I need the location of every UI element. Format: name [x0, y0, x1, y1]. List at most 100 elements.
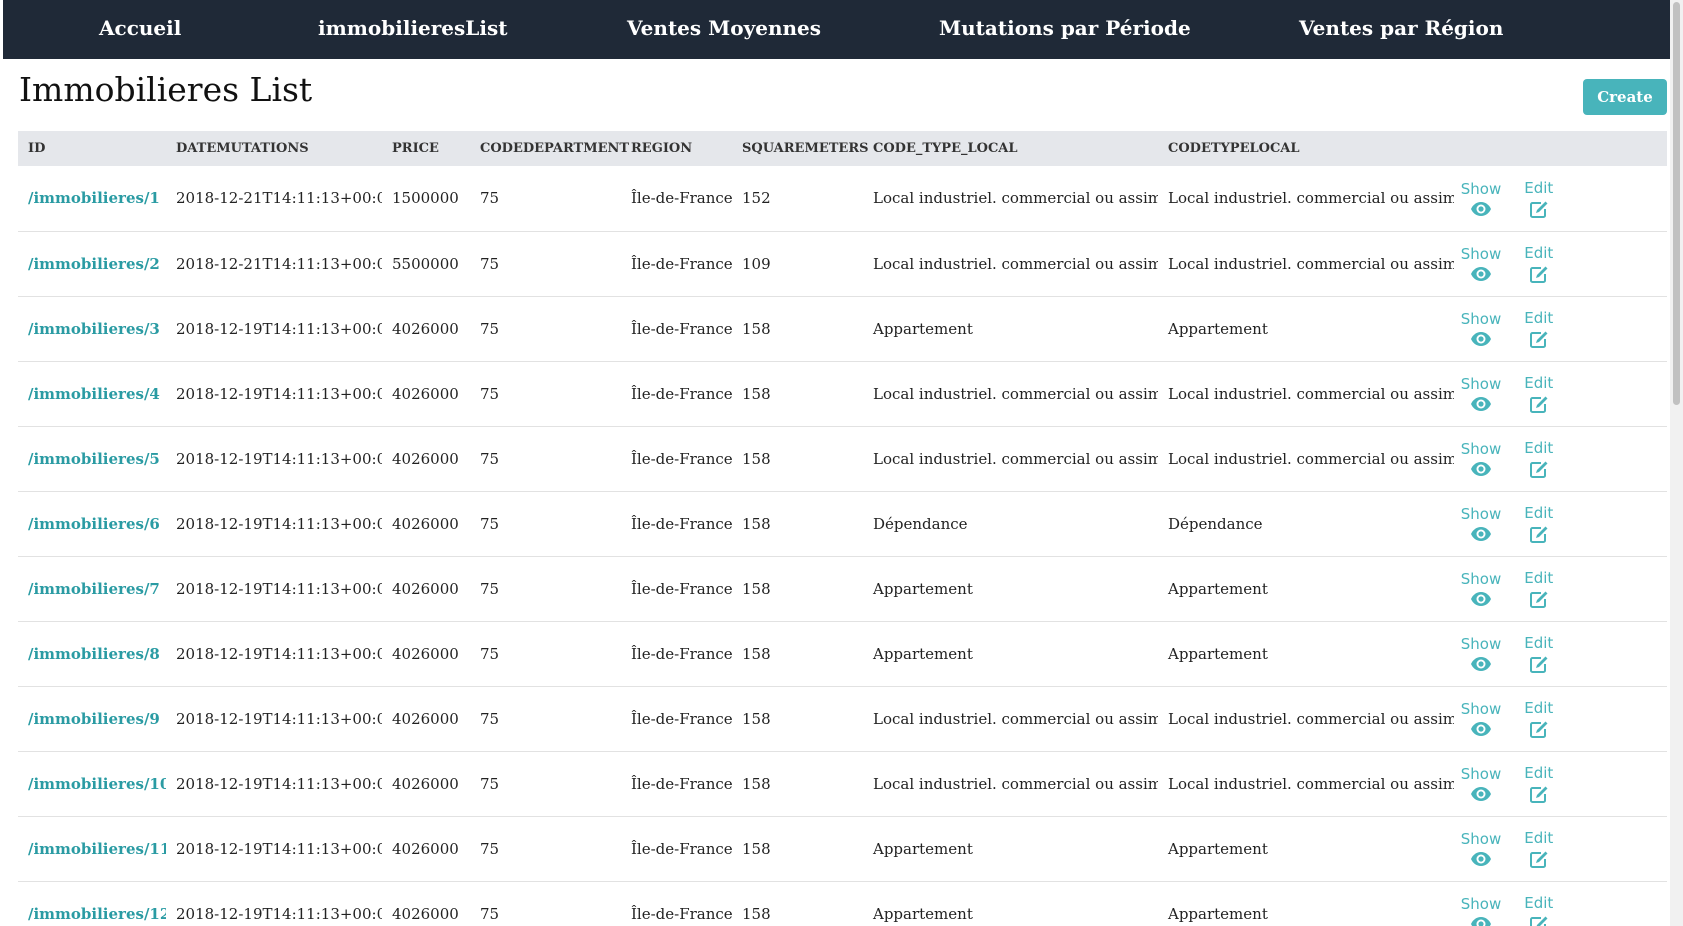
create-button[interactable]: Create [1583, 79, 1667, 115]
cell-codetypelocal: Local industriel. commercial ou assimilé [1168, 449, 1454, 468]
row-id-link[interactable]: /immobilieres/3 [28, 320, 160, 338]
row-id-link[interactable]: /immobilieres/11 [28, 840, 166, 858]
nav-item-accueil[interactable]: Accueil [99, 0, 181, 59]
show-button[interactable]: Show [1456, 830, 1506, 867]
edit-label: Edit [1524, 894, 1554, 912]
cell-code-type-local: Local industriel. commercial ou assimilé [873, 384, 1158, 403]
show-button[interactable]: Show [1456, 570, 1506, 607]
cell-datemutations: 2018-12-19T14:11:13+00:00 [176, 319, 382, 338]
nav-item-immobilieres-list[interactable]: immobilieresList [318, 0, 507, 59]
eye-icon [1471, 462, 1491, 476]
edit-button[interactable]: Edit [1519, 894, 1559, 926]
row-id-link[interactable]: /immobilieres/2 [28, 255, 160, 273]
row-id-link[interactable]: /immobilieres/12 [28, 905, 166, 923]
show-button[interactable]: Show [1456, 700, 1506, 737]
cell-price: 5500000 [392, 254, 459, 273]
show-button[interactable]: Show [1456, 245, 1506, 282]
row-id-link[interactable]: /immobilieres/9 [28, 710, 160, 728]
column-header-squaremeters[interactable]: SQUAREMETERS [732, 131, 869, 166]
cell-squaremeters: 158 [742, 709, 771, 728]
column-header-codedepartment[interactable]: CODEDEPARTMENT [470, 131, 629, 166]
eye-icon [1471, 592, 1491, 606]
cell-region: Île-de-France [631, 579, 732, 598]
show-button[interactable]: Show [1456, 635, 1506, 672]
row-id-link[interactable]: /immobilieres/10 [28, 775, 166, 793]
edit-button[interactable]: Edit [1519, 764, 1559, 803]
table-row: /immobilieres/10 2018-12-19T14:11:13+00:… [18, 751, 1667, 816]
show-button[interactable]: Show [1456, 310, 1506, 347]
cell-codedepartment: 75 [480, 709, 500, 728]
edit-button[interactable]: Edit [1519, 504, 1559, 543]
scrollbar-thumb[interactable] [1673, 2, 1680, 405]
edit-label: Edit [1524, 178, 1554, 197]
show-button[interactable]: Show [1456, 440, 1506, 477]
column-header-code-type-local[interactable]: CODE_TYPE_LOCAL [863, 131, 1158, 166]
row-id-link[interactable]: /immobilieres/1 [28, 189, 160, 207]
edit-icon [1529, 201, 1548, 218]
edit-button[interactable]: Edit [1519, 699, 1559, 738]
edit-label: Edit [1524, 504, 1554, 522]
nav-item-ventes-moyennes[interactable]: Ventes Moyennes [627, 0, 821, 59]
cell-region: Île-de-France [631, 709, 732, 728]
column-header-datemutations[interactable]: DATEMUTATIONS [166, 131, 382, 166]
cell-price: 4026000 [392, 384, 459, 403]
cell-datemutations: 2018-12-19T14:11:13+00:00 [176, 579, 382, 598]
show-button[interactable]: Show [1456, 765, 1506, 802]
table-row: /immobilieres/8 2018-12-19T14:11:13+00:0… [18, 621, 1667, 686]
edit-button[interactable]: Edit [1519, 634, 1559, 673]
row-id-link[interactable]: /immobilieres/7 [28, 580, 160, 598]
cell-code-type-local: Local industriel. commercial ou assimilé [873, 254, 1158, 273]
edit-label: Edit [1524, 829, 1554, 847]
edit-button[interactable]: Edit [1519, 569, 1559, 608]
cell-price: 4026000 [392, 644, 459, 663]
table-row: /immobilieres/6 2018-12-19T14:11:13+00:0… [18, 491, 1667, 556]
cell-region: Île-de-France [631, 514, 732, 533]
table-row: /immobilieres/7 2018-12-19T14:11:13+00:0… [18, 556, 1667, 621]
cell-actions: Show Edit [1454, 166, 1667, 231]
cell-actions: Show Edit [1454, 556, 1667, 621]
cell-price: 4026000 [392, 709, 459, 728]
cell-codedepartment: 75 [480, 904, 500, 923]
edit-button[interactable]: Edit [1519, 179, 1559, 218]
edit-label: Edit [1524, 374, 1554, 392]
cell-price: 4026000 [392, 579, 459, 598]
edit-icon [1529, 331, 1548, 348]
show-button[interactable]: Show [1456, 180, 1506, 217]
cell-squaremeters: 158 [742, 579, 771, 598]
cell-codetypelocal: Local industriel. commercial ou assimilé [1168, 384, 1454, 403]
edit-button[interactable]: Edit [1519, 829, 1559, 868]
column-header-id[interactable]: ID [18, 131, 166, 166]
cell-price: 4026000 [392, 319, 459, 338]
table-row: /immobilieres/5 2018-12-19T14:11:13+00:0… [18, 426, 1667, 491]
cell-code-type-local: Appartement [873, 319, 973, 338]
cell-datemutations: 2018-12-19T14:11:13+00:00 [176, 384, 382, 403]
cell-squaremeters: 109 [742, 254, 771, 273]
show-button[interactable]: Show [1456, 505, 1506, 542]
column-header-price[interactable]: PRICE [382, 131, 470, 166]
column-header-codetypelocal[interactable]: CODETYPELOCAL [1158, 131, 1454, 166]
edit-label: Edit [1524, 244, 1554, 262]
edit-button[interactable]: Edit [1519, 374, 1559, 413]
row-id-link[interactable]: /immobilieres/6 [28, 515, 160, 533]
edit-icon [1529, 526, 1548, 543]
edit-label: Edit [1524, 439, 1554, 457]
nav-item-mutations-par-periode[interactable]: Mutations par Période [939, 0, 1191, 59]
vertical-scrollbar[interactable] [1670, 0, 1683, 926]
edit-icon [1529, 656, 1548, 673]
edit-button[interactable]: Edit [1519, 244, 1559, 283]
column-header-region[interactable]: REGION [621, 131, 732, 166]
show-button[interactable]: Show [1456, 375, 1506, 412]
cell-codedepartment: 75 [480, 319, 500, 338]
cell-region: Île-de-France [631, 839, 732, 858]
show-button[interactable]: Show [1456, 895, 1506, 926]
nav-item-ventes-par-region[interactable]: Ventes par Région [1299, 0, 1503, 59]
row-id-link[interactable]: /immobilieres/4 [28, 385, 160, 403]
edit-button[interactable]: Edit [1519, 309, 1559, 348]
row-id-link[interactable]: /immobilieres/5 [28, 450, 160, 468]
cell-price: 1500000 [392, 189, 459, 208]
cell-region: Île-de-France [631, 904, 732, 923]
edit-button[interactable]: Edit [1519, 439, 1559, 478]
eye-icon [1471, 397, 1491, 411]
row-id-link[interactable]: /immobilieres/8 [28, 645, 160, 663]
cell-code-type-local: Dépendance [873, 514, 968, 533]
